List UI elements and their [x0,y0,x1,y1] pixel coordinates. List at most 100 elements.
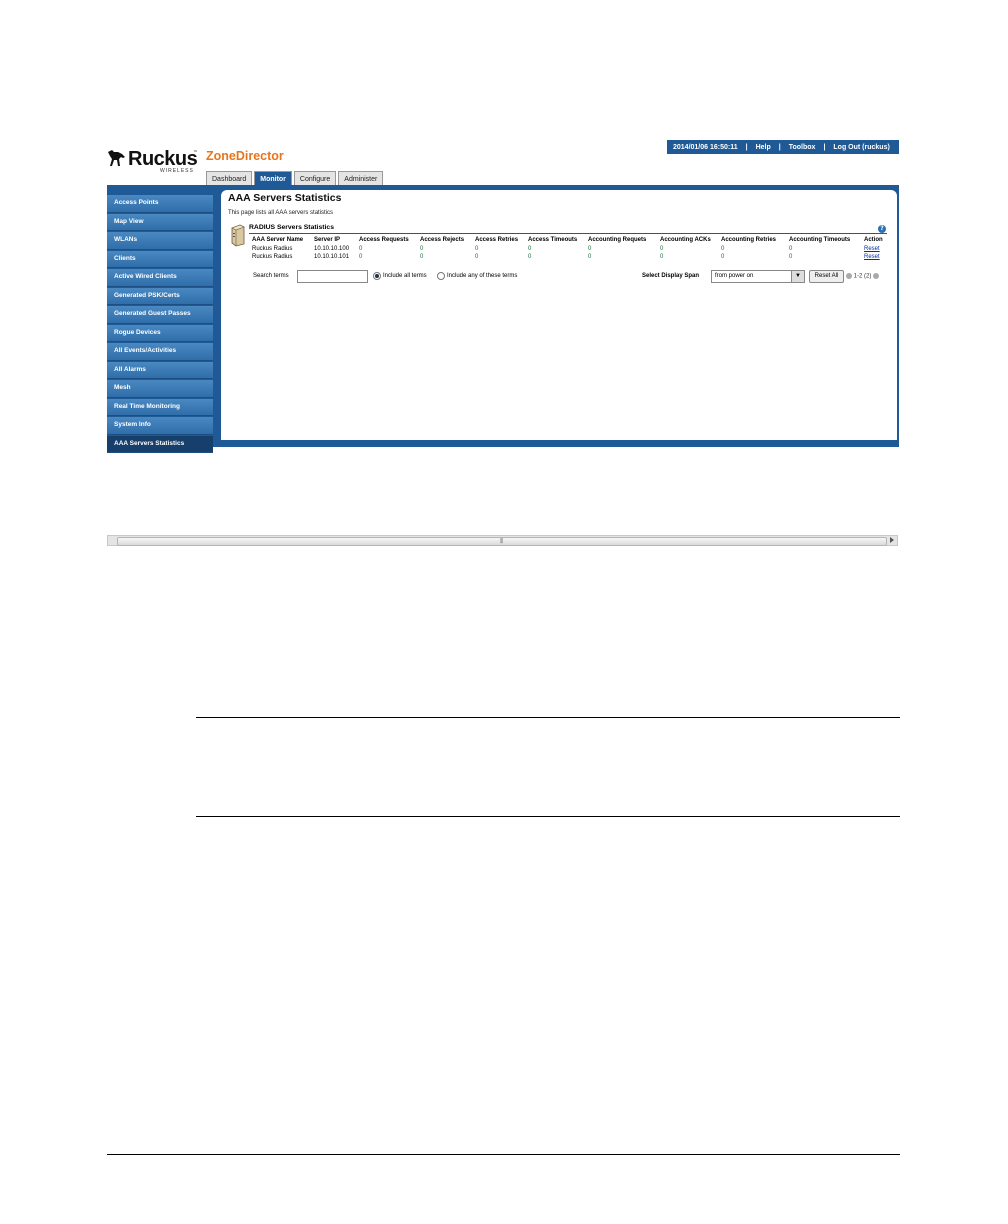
sidebar-item-generated-guest-passes[interactable]: Generated Guest Passes [107,306,213,324]
main-tabs: Dashboard Monitor Configure Administer [206,171,385,185]
cell-value: 0 [528,254,532,260]
tab-configure[interactable]: Configure [293,171,337,185]
display-span-select[interactable]: from power on ▼ [711,270,805,283]
cell-value: 0 [660,254,664,260]
col-header[interactable]: Access Retries [475,236,528,245]
cell-value: 0 [359,254,363,260]
search-input[interactable] [297,270,368,283]
help-icon[interactable]: ? [878,225,886,233]
grip-icon: ||| [500,538,503,544]
cell-value: 0 [789,254,793,260]
cell-value: 0 [359,246,363,252]
col-header[interactable]: Accounting Retries [721,236,789,245]
sidebar: Access Points Map View WLANs Clients Act… [107,195,213,454]
cell-server-name: Ruckus Radius [252,246,293,252]
pager-label: 1-2 (2) [853,273,872,280]
section-title: RADIUS Servers Statistics [249,224,334,231]
col-header[interactable]: Accounting Requets [588,236,660,245]
cell-value: 0 [475,246,479,252]
page-title: AAA Servers Statistics [228,192,342,204]
next-page-icon[interactable] [873,273,880,279]
chevron-down-icon[interactable]: ▼ [791,271,804,282]
cell-server-name: Ruckus Radius [252,254,293,260]
sidebar-item-system-info[interactable]: System Info [107,417,213,435]
cell-server-ip: 10.10.10.101 [314,254,350,260]
logo-trademark: ™ [193,150,198,156]
prev-page-icon[interactable] [846,273,852,279]
cell-value: 0 [721,246,725,252]
page-description: This page lists all AAA servers statisti… [228,210,334,216]
col-header[interactable]: Server IP [314,236,359,245]
cell-value: 0 [588,246,592,252]
col-header[interactable]: Action [864,236,888,245]
tab-monitor[interactable]: Monitor [254,171,292,185]
sidebar-item-map-view[interactable]: Map View [107,213,213,231]
logout-link[interactable]: Log Out (ruckus) [833,144,889,151]
sidebar-item-wlans[interactable]: WLANs [107,232,213,250]
datetime-label: 2014/01/06 16:50:11 [673,143,738,151]
include-all-radio[interactable] [373,272,381,280]
document-rule [196,816,900,817]
separator: | [745,143,748,151]
col-header[interactable]: AAA Server Name [252,236,314,245]
cell-value: 0 [420,254,424,260]
sidebar-item-all-alarms[interactable]: All Alarms [107,361,213,379]
separator: | [778,143,781,151]
document-rule [107,1154,900,1155]
ruckus-logo: Ruckus ™ WIRELESS [106,146,198,176]
search-bar: Search terms Include all terms Include a… [252,270,888,284]
dog-logo-icon [108,150,125,166]
col-header[interactable]: Accounting ACKs [660,236,721,245]
scroll-right-arrow-icon[interactable] [890,537,894,543]
sidebar-item-aaa-servers-statistics[interactable]: AAA Servers Statistics [107,435,213,453]
sidebar-item-all-events[interactable]: All Events/Activities [107,343,213,361]
display-span-label: Select Display Span [642,273,700,279]
sidebar-item-generated-psk-certs[interactable]: Generated PSK/Certs [107,287,213,305]
cell-value: 0 [588,254,592,260]
include-all-label: Include all terms [383,273,427,279]
section-divider [249,233,887,234]
top-bar: 2014/01/06 16:50:11 | Help | Toolbox | L… [667,140,899,154]
radius-stats-table: AAA Server Name Server IP Access Request… [252,236,888,261]
reset-all-button[interactable]: Reset All [809,270,844,283]
pager: 1-2 (2) [846,273,880,280]
cell-value: 0 [789,246,793,252]
cell-value: 0 [420,246,424,252]
col-header[interactable]: Access Requests [359,236,420,245]
include-any-label: Include any of these terms [447,273,518,279]
sidebar-item-clients[interactable]: Clients [107,250,213,268]
cell-value: 0 [721,254,725,260]
content-panel: AAA Servers Statistics This page lists a… [221,190,897,440]
col-header[interactable]: Access Timeouts [528,236,588,245]
col-header[interactable]: Access Rejects [420,236,475,245]
server-icon [231,224,245,247]
sidebar-item-active-wired-clients[interactable]: Active Wired Clients [107,269,213,287]
cell-value: 0 [660,246,664,252]
toolbox-link[interactable]: Toolbox [789,144,816,151]
reset-link[interactable]: Reset [864,254,880,260]
horizontal-scrollbar[interactable]: ||| [107,535,898,546]
scrollbar-thumb[interactable]: ||| [117,537,887,546]
sidebar-item-mesh[interactable]: Mesh [107,380,213,398]
reset-link[interactable]: Reset [864,246,880,252]
logo-subtitle: WIRELESS [160,168,194,174]
cell-value: 0 [528,246,532,252]
display-span-value: from power on [715,273,754,279]
search-label: Search terms [253,273,289,279]
table-row: Ruckus Radius 10.10.10.100 0 0 0 0 0 0 0… [252,245,888,253]
cell-server-ip: 10.10.10.100 [314,246,350,252]
tab-administer[interactable]: Administer [338,171,384,185]
help-link[interactable]: Help [756,144,771,151]
separator: | [823,143,826,151]
include-any-radio[interactable] [437,272,445,280]
sidebar-item-access-points[interactable]: Access Points [107,195,213,213]
product-name: ZoneDirector [206,149,284,163]
cell-value: 0 [475,254,479,260]
sidebar-item-real-time-monitoring[interactable]: Real Time Monitoring [107,398,213,416]
table-header-row: AAA Server Name Server IP Access Request… [252,236,888,245]
col-header[interactable]: Accounting Timeouts [789,236,864,245]
table-row: Ruckus Radius 10.10.10.101 0 0 0 0 0 0 0… [252,253,888,261]
document-rule [196,717,900,718]
tab-dashboard[interactable]: Dashboard [206,171,253,185]
sidebar-item-rogue-devices[interactable]: Rogue Devices [107,324,213,342]
